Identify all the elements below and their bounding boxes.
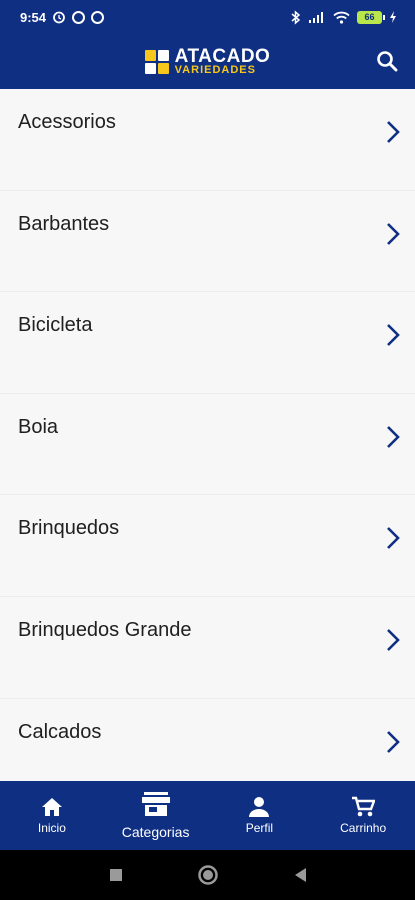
chevron-right-icon	[387, 222, 400, 245]
app-notification-icon-2	[91, 10, 105, 24]
category-label: Acessorios	[18, 111, 116, 133]
home-circle-icon	[197, 865, 218, 885]
search-icon	[377, 51, 398, 72]
search-button[interactable]	[371, 45, 403, 77]
app-header: ATACADO VARIEDADES	[0, 34, 415, 89]
cart-icon	[352, 796, 376, 817]
charging-bolt-icon	[390, 11, 396, 23]
nav-item-perfil[interactable]: Perfil	[208, 781, 312, 850]
battery-icon: 66	[357, 10, 385, 24]
brand-tagline: VARIEDADES	[174, 64, 256, 76]
category-label: Brinquedos	[18, 517, 120, 540]
status-left: 9:54	[20, 9, 105, 25]
alarm-icon	[53, 11, 65, 24]
back-system-button[interactable]	[293, 867, 307, 883]
wifi-icon	[333, 11, 350, 24]
category-item-barbantes[interactable]: Barbantes	[0, 190, 415, 293]
nav-item-inicio[interactable]: Inicio	[0, 781, 104, 850]
chevron-right-icon	[387, 730, 400, 753]
android-system-nav	[0, 850, 415, 900]
store-icon	[141, 792, 170, 816]
nav-item-categorias[interactable]: Categorias	[104, 781, 208, 850]
category-label: Brinquedos Grande	[18, 618, 192, 641]
app-notification-icon	[72, 10, 86, 24]
status-time: 9:54	[20, 9, 47, 25]
nav-label: Perfil	[245, 821, 274, 835]
chevron-right-icon	[387, 527, 400, 550]
home-system-button[interactable]	[197, 864, 219, 886]
brand-logo[interactable]: ATACADO VARIEDADES	[144, 47, 271, 76]
category-label: Boia	[18, 415, 59, 438]
status-bar: 9:54 66	[0, 0, 415, 34]
category-item-brinquedos[interactable]: Brinquedos	[0, 495, 415, 597]
back-icon	[294, 868, 306, 882]
status-right: 66	[291, 9, 397, 25]
chevron-right-icon	[387, 324, 400, 347]
category-label: Barbantes	[18, 212, 110, 235]
brand-logo-icon	[144, 49, 169, 74]
recents-icon	[109, 869, 122, 881]
signal-icon	[309, 12, 323, 23]
bluetooth-icon	[291, 9, 301, 25]
nav-label: Inicio	[37, 821, 66, 835]
recents-button[interactable]	[109, 868, 123, 882]
category-item-calcados[interactable]: Calcados	[0, 698, 415, 781]
category-item-boia[interactable]: Boia	[0, 393, 415, 496]
nav-label: Categorias	[121, 824, 190, 840]
chevron-right-icon	[387, 425, 400, 448]
brand-text: ATACADO VARIEDADES	[175, 47, 271, 76]
category-item-acessorios[interactable]: Acessorios	[0, 89, 415, 191]
nav-item-carrinho[interactable]: Carrinho	[311, 781, 415, 850]
person-icon	[249, 797, 270, 817]
chevron-right-icon	[387, 121, 400, 143]
category-item-brinquedos-grande[interactable]: Brinquedos Grande	[0, 596, 415, 699]
bottom-nav: Inicio Categorias Perfil Carrinho	[0, 781, 415, 850]
category-label: Calcados	[18, 720, 102, 743]
category-item-bicicleta[interactable]: Bicicleta	[0, 292, 415, 394]
category-list: Acessorios Barbantes Bicicleta Boia Brin…	[0, 89, 415, 781]
nav-label: Carrinho	[340, 821, 387, 835]
chevron-right-icon	[387, 629, 400, 651]
home-icon	[41, 798, 62, 816]
category-label: Bicicleta	[18, 314, 93, 337]
